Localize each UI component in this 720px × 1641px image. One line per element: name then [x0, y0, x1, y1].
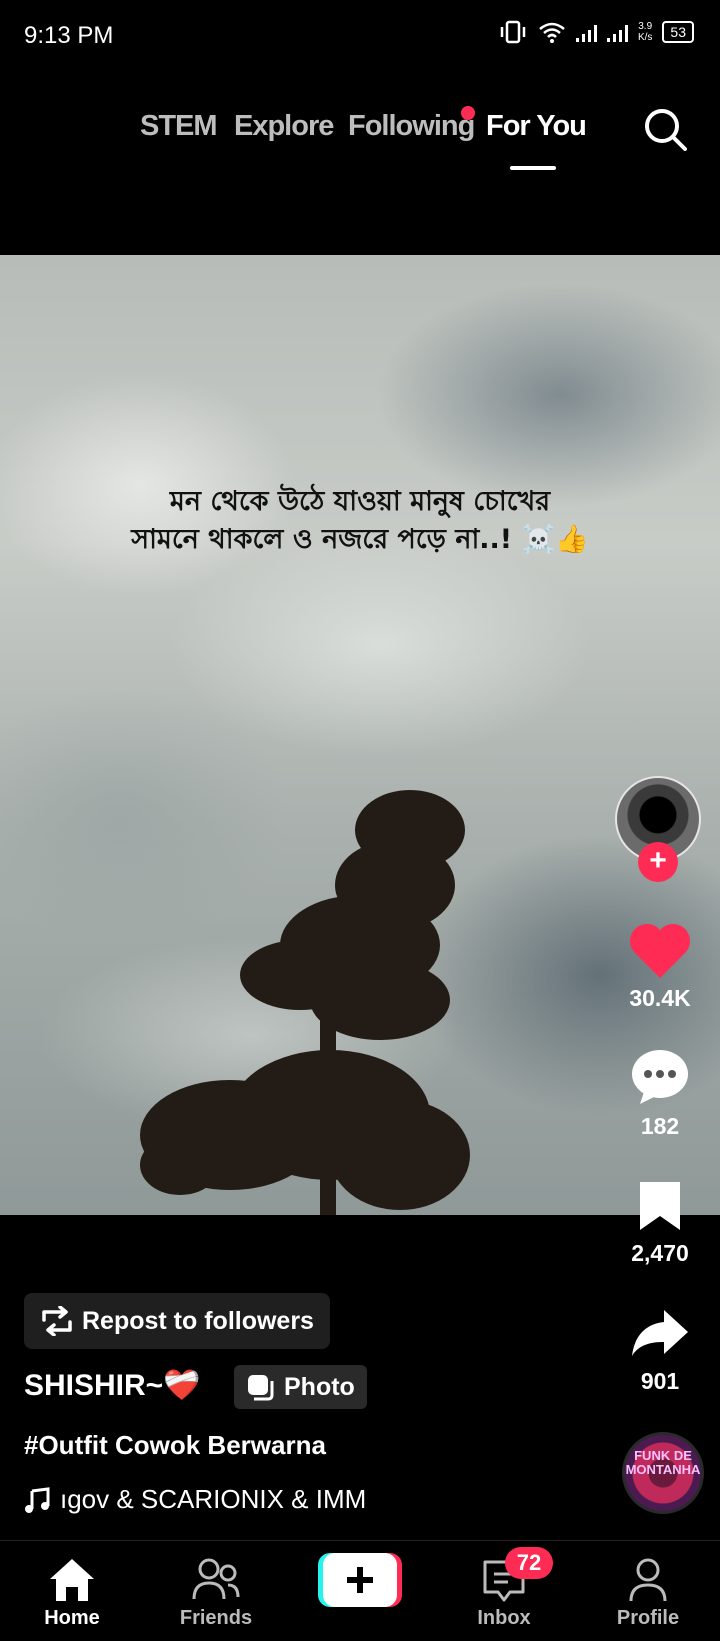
like-button[interactable] — [628, 922, 692, 980]
search-button[interactable] — [642, 106, 690, 154]
create-button[interactable] — [318, 1553, 402, 1607]
profile-icon — [629, 1558, 667, 1602]
share-button[interactable] — [630, 1308, 690, 1358]
music-disc[interactable]: FUNK DE MONTANHA — [622, 1432, 704, 1514]
nav-friends[interactable]: Friends — [146, 1541, 286, 1641]
caption-line-1: মন থেকে উঠে যাওয়া মানুষ চোখের — [169, 486, 551, 517]
active-tab-indicator — [510, 166, 556, 170]
following-notification-dot — [461, 106, 475, 120]
net-speed-value: 3.9 — [638, 21, 653, 32]
tab-explore[interactable]: Explore — [234, 110, 334, 143]
nav-friends-label: Friends — [179, 1607, 253, 1629]
music-disc-label: FUNK DE MONTANHA — [625, 1448, 701, 1477]
share-count: 901 — [640, 1368, 680, 1394]
photo-caption: মন থেকে উঠে যাওয়া মানুষ চোখের সামনে থাক… — [0, 483, 720, 559]
tab-stem[interactable]: STEM — [140, 110, 218, 143]
music-note-icon — [25, 1486, 50, 1513]
nav-home-label: Home — [44, 1607, 100, 1629]
photo-label: Photo — [284, 1372, 355, 1401]
music-track[interactable]: ıgov & SCARIONIX & IMM — [24, 1484, 384, 1515]
top-tabs: STEM Explore Following For You — [0, 106, 720, 170]
like-count: 30.4K — [629, 985, 691, 1011]
battery-level: 53 — [670, 24, 686, 40]
share-icon — [632, 1310, 688, 1356]
tab-following[interactable]: Following — [348, 110, 475, 143]
tree-silhouette — [140, 790, 470, 1215]
status-time: 9:13 PM — [24, 22, 114, 49]
music-track-name: ıgov & SCARIONIX & IMM — [60, 1484, 367, 1514]
photo-badge: Photo — [234, 1365, 367, 1409]
bookmark-button[interactable] — [638, 1180, 682, 1232]
search-icon — [645, 109, 687, 151]
save-count: 2,470 — [631, 1240, 689, 1266]
inbox-badge: 72 — [505, 1547, 553, 1579]
comment-count: 182 — [640, 1113, 680, 1139]
friends-icon — [192, 1558, 240, 1600]
nav-inbox[interactable]: Inbox — [434, 1541, 574, 1641]
repost-icon — [42, 1306, 72, 1336]
caption-line-2: সামনে থাকলে ও নজরে পড়ে না..! ☠️👍 — [131, 524, 589, 555]
bookmark-icon — [640, 1182, 680, 1230]
battery-icon: 53 — [662, 21, 694, 43]
post-hashtag[interactable]: #Outfit Cowok Berwarna — [24, 1430, 326, 1461]
comment-button[interactable] — [630, 1048, 690, 1106]
net-speed-unit: K/s — [637, 32, 653, 43]
signal-icon — [575, 22, 597, 42]
vibrate-icon — [500, 20, 526, 44]
repost-button[interactable]: Repost to followers — [24, 1293, 330, 1349]
signal-icon-2 — [606, 22, 628, 42]
photo-icon — [248, 1375, 274, 1401]
repost-label: Repost to followers — [82, 1306, 314, 1335]
creator-username[interactable]: SHISHIR~❤️‍🩹 — [24, 1368, 201, 1403]
follow-button[interactable]: + — [638, 842, 678, 882]
tab-for-you[interactable]: For You — [486, 110, 587, 143]
net-speed: 3.9 K/s — [638, 21, 652, 43]
heart-icon — [629, 923, 691, 978]
bottom-nav: Home Friends Inbox 72 Profile — [0, 1540, 720, 1641]
nav-home[interactable]: Home — [2, 1541, 142, 1641]
video-player[interactable]: মন থেকে উঠে যাওয়া মানুষ চোখের সামনে থাক… — [0, 255, 720, 1215]
plus-icon — [318, 1553, 402, 1607]
nav-profile-label: Profile — [616, 1607, 680, 1629]
wifi-icon — [539, 22, 565, 43]
nav-inbox-label: Inbox — [477, 1607, 531, 1629]
status-icons: 3.9 K/s 53 — [498, 20, 694, 44]
home-icon — [50, 1559, 94, 1601]
nav-profile[interactable]: Profile — [578, 1541, 718, 1641]
